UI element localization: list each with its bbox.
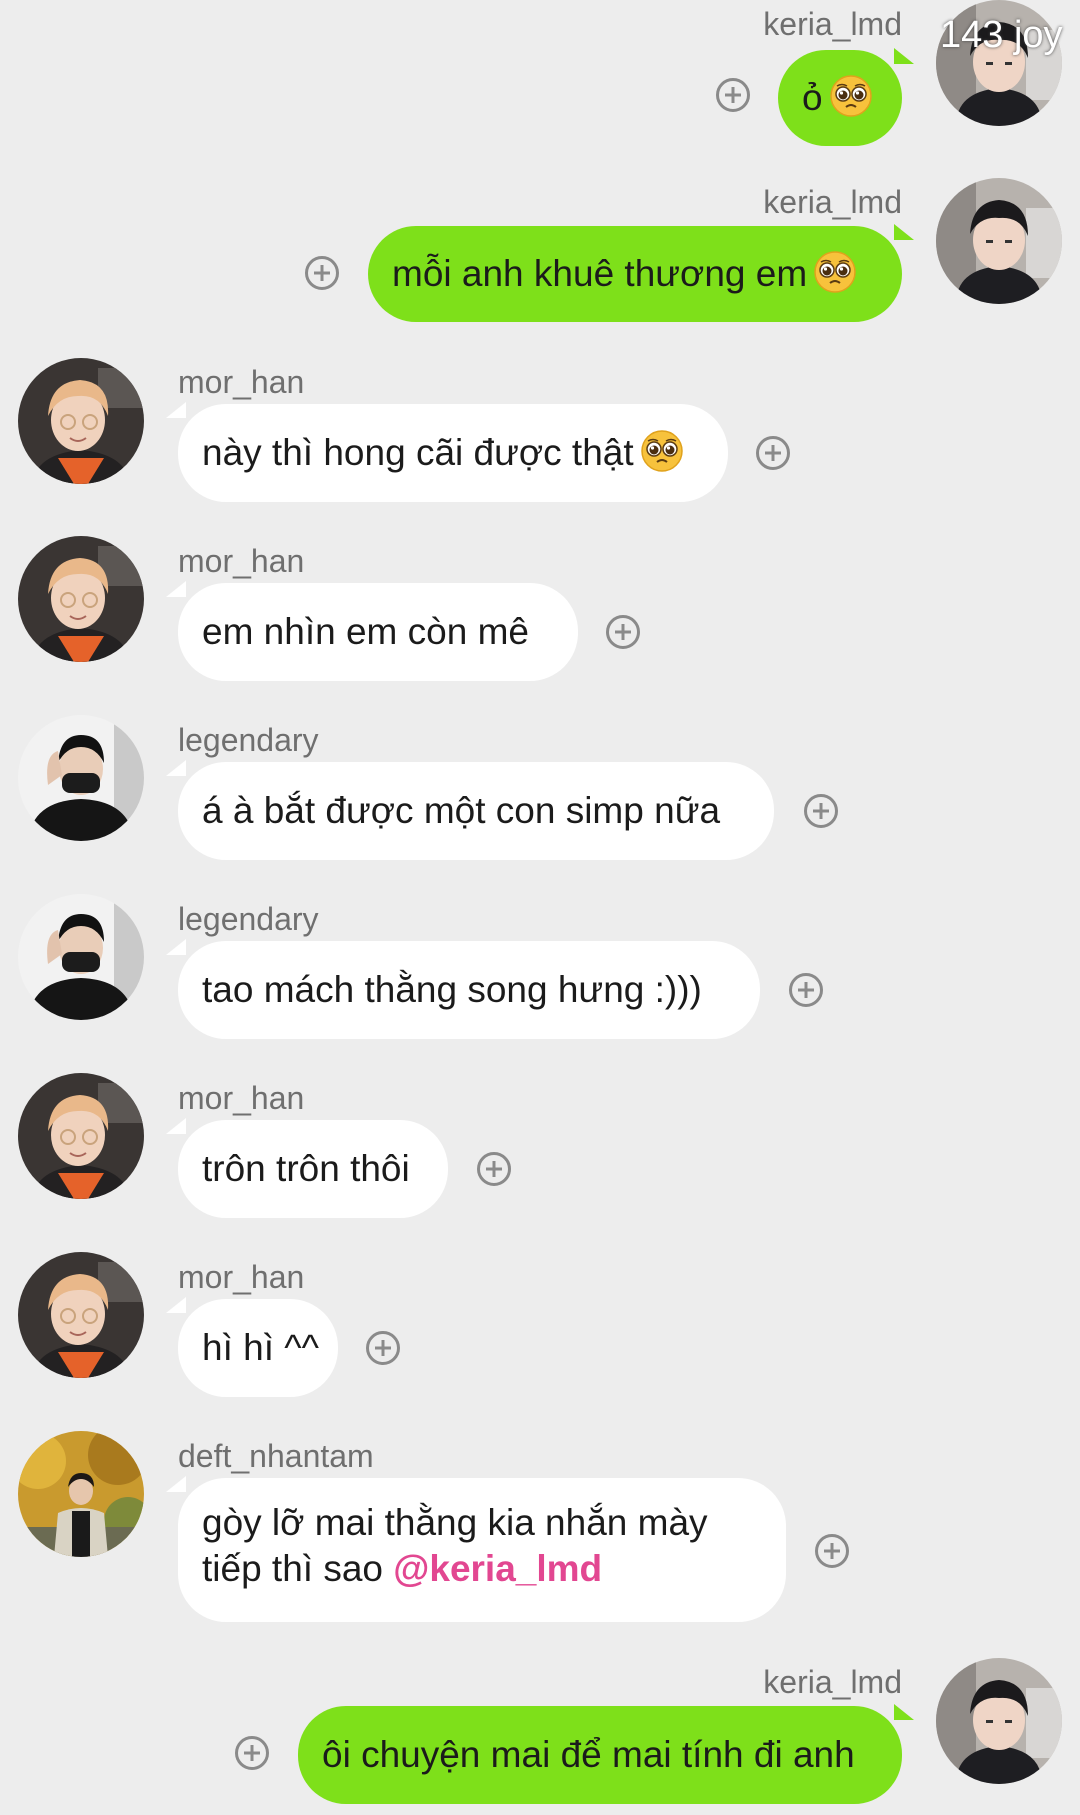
message-bubble[interactable]: gòy lỡ mai thằng kia nhắn mày tiếp thì s… <box>178 1478 786 1622</box>
message-bubble[interactable]: á à bắt được một con simp nữa <box>178 762 774 860</box>
bubble-tail <box>894 224 914 240</box>
add-reaction-button[interactable] <box>366 1331 400 1365</box>
bubble-tail <box>166 1476 186 1492</box>
message-bubble[interactable]: mỗi anh khuê thương em <box>368 226 902 322</box>
sender-name: legendary <box>178 722 319 758</box>
add-reaction-button[interactable] <box>477 1152 511 1186</box>
avatar[interactable] <box>936 178 1062 304</box>
add-reaction-button[interactable] <box>789 973 823 1007</box>
bubble-tail <box>894 48 914 64</box>
add-reaction-button[interactable] <box>804 794 838 828</box>
add-reaction-button[interactable] <box>815 1534 849 1568</box>
chat-thread: keria_lmd ỏ 143 joy keria_lmd mỗi anh kh… <box>0 0 1080 1815</box>
sender-name: mor_han <box>178 1259 305 1295</box>
add-reaction-button[interactable] <box>606 615 640 649</box>
bubble-tail <box>894 1704 914 1720</box>
add-reaction-button[interactable] <box>235 1736 269 1770</box>
pleading-face-icon <box>829 74 873 118</box>
message-bubble[interactable]: ỏ <box>778 50 902 146</box>
avatar[interactable] <box>18 1252 144 1378</box>
message-bubble[interactable]: trôn trôn thôi <box>178 1120 448 1218</box>
message-text: trôn trôn thôi <box>202 1148 410 1189</box>
message-text: mỗi anh khuê thương em <box>392 253 808 294</box>
message-bubble[interactable]: này thì hong cãi được thật <box>178 404 728 502</box>
bubble-tail <box>166 1297 186 1313</box>
add-reaction-button[interactable] <box>305 256 339 290</box>
avatar[interactable] <box>18 715 144 841</box>
avatar[interactable] <box>936 1658 1062 1784</box>
pleading-face-icon <box>813 250 857 294</box>
message-text: tao mách thằng song hưng :))) <box>202 969 702 1010</box>
message-text: em nhìn em còn mê <box>202 611 529 652</box>
avatar[interactable] <box>18 358 144 484</box>
message-bubble[interactable]: tao mách thằng song hưng :))) <box>178 941 760 1039</box>
message-text: hì hì ^^ <box>202 1327 319 1368</box>
add-reaction-button[interactable] <box>716 78 750 112</box>
avatar[interactable] <box>18 1431 144 1557</box>
sender-name: deft_nhantam <box>178 1438 374 1474</box>
bubble-tail <box>166 760 186 776</box>
message-bubble[interactable]: hì hì ^^ <box>178 1299 338 1397</box>
message-text-line: tiếp thì sao <box>202 1548 384 1589</box>
sender-name: mor_han <box>178 543 305 579</box>
bubble-tail <box>166 402 186 418</box>
pleading-face-icon <box>640 429 684 473</box>
bubble-tail <box>166 939 186 955</box>
message-text: ôi chuyện mai để mai tính đi anh <box>322 1734 855 1775</box>
sender-name: keria_lmd <box>763 184 902 220</box>
sender-name: legendary <box>178 901 319 937</box>
sender-name: mor_han <box>178 364 305 400</box>
avatar[interactable] <box>18 894 144 1020</box>
message-bubble[interactable]: em nhìn em còn mê <box>178 583 578 681</box>
watermark: 143 joy <box>940 14 1063 56</box>
message-text: á à bắt được một con simp nữa <box>202 790 721 831</box>
bubble-tail <box>166 1118 186 1134</box>
bubble-tail <box>166 581 186 597</box>
message-bubble[interactable]: ôi chuyện mai để mai tính đi anh <box>298 1706 902 1804</box>
avatar[interactable] <box>18 1073 144 1199</box>
sender-name: keria_lmd <box>763 1664 902 1700</box>
message-text: ỏ <box>802 77 823 118</box>
mention-link[interactable]: @keria_lmd <box>393 1548 602 1589</box>
avatar[interactable] <box>18 536 144 662</box>
add-reaction-button[interactable] <box>756 436 790 470</box>
message-text-line: gòy lỡ mai thằng kia nhắn mày <box>202 1502 708 1543</box>
sender-name: keria_lmd <box>763 6 902 42</box>
message-text: này thì hong cãi được thật <box>202 432 634 473</box>
sender-name: mor_han <box>178 1080 305 1116</box>
